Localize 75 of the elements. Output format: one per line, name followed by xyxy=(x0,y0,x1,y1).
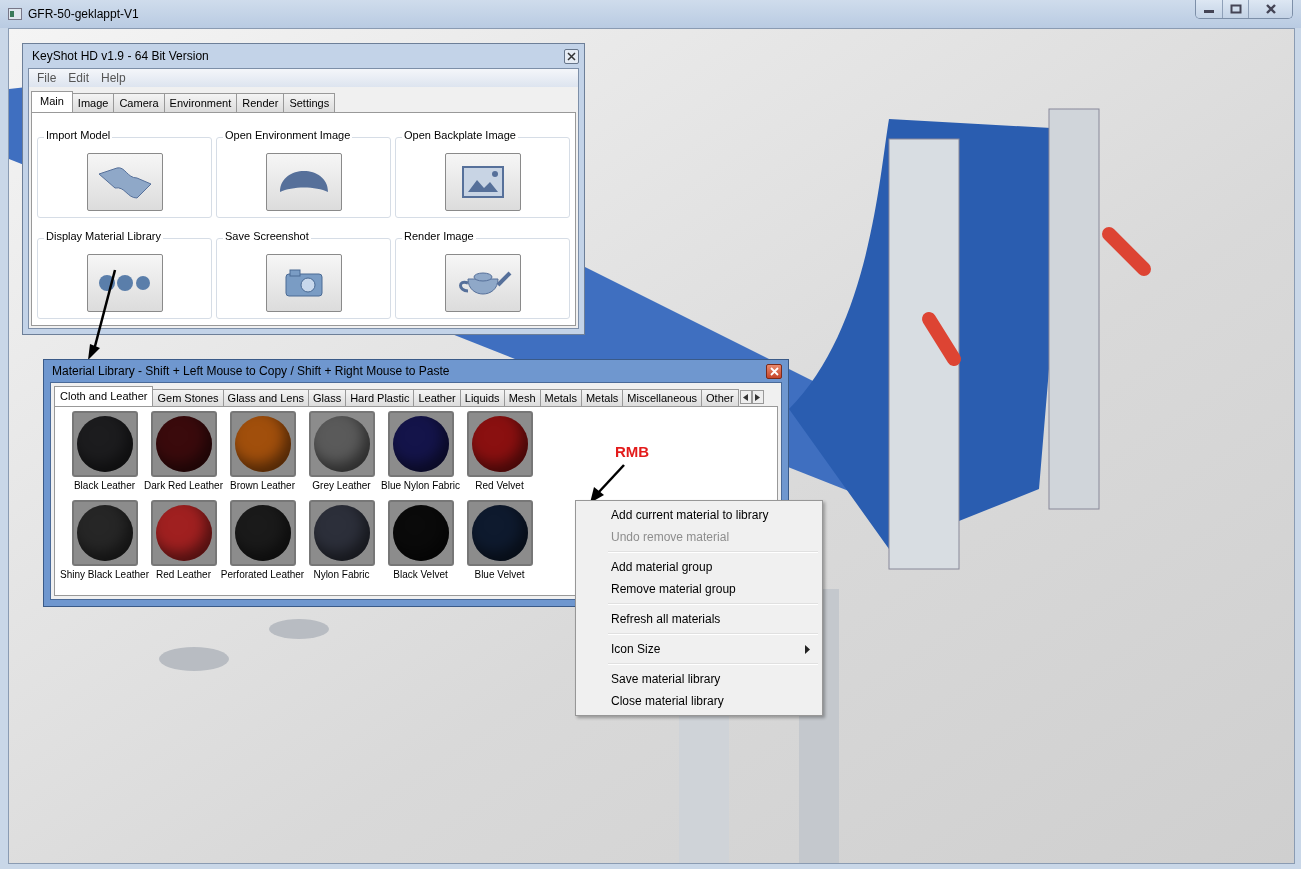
menu-item[interactable]: Add current material to library xyxy=(578,504,820,526)
tab[interactable]: Metals xyxy=(580,389,624,406)
group-label: Render Image xyxy=(402,230,476,242)
material-label: Red Velvet xyxy=(475,480,524,491)
close-icon xyxy=(1264,4,1277,14)
group-label: Save Screenshot xyxy=(223,230,311,242)
dialog-title: KeyShot HD v1.9 - 64 Bit Version xyxy=(32,49,209,63)
maximize-icon xyxy=(1229,4,1242,14)
tab[interactable]: Image xyxy=(71,93,115,112)
tab[interactable]: Camera xyxy=(113,93,165,112)
tab[interactable]: Glass and Lens xyxy=(222,389,310,406)
tab[interactable]: Glass xyxy=(308,389,347,406)
close-button[interactable] xyxy=(766,363,782,379)
close-button[interactable] xyxy=(1248,0,1292,18)
tab[interactable]: Miscellaneous xyxy=(622,389,703,406)
material-label: Shiny Black Leather xyxy=(60,569,149,580)
menu-item[interactable]: File xyxy=(37,71,57,85)
menu-item[interactable]: Edit xyxy=(68,71,90,85)
left-arrow-icon xyxy=(743,393,749,401)
action-button[interactable] xyxy=(444,152,521,211)
camera-icon xyxy=(283,267,324,298)
material-label: Brown Leather xyxy=(229,480,295,491)
annotation-label: RMB xyxy=(615,443,650,460)
maximize-button[interactable] xyxy=(1222,0,1248,18)
minimize-button[interactable] xyxy=(1196,0,1222,18)
submenu-arrow-icon xyxy=(805,644,810,654)
material-label: Black Leather xyxy=(73,480,136,491)
app-icon xyxy=(8,8,22,20)
material-label: Perforated Leather xyxy=(220,569,305,580)
tab[interactable]: Gem Stones xyxy=(152,389,224,406)
spheres-icon xyxy=(96,272,153,293)
menu-item[interactable]: Add material group xyxy=(578,556,820,578)
window-title: GFR-50-geklappt-V1 xyxy=(28,7,139,21)
tab[interactable]: Main xyxy=(31,91,73,112)
action-button[interactable] xyxy=(265,152,342,211)
action-button[interactable] xyxy=(86,253,163,312)
menu-item[interactable]: Remove material group xyxy=(578,578,820,600)
menu-item[interactable]: Help xyxy=(101,71,126,85)
material-label: Blue Nylon Fabric xyxy=(381,480,460,491)
material-label: Blue Velvet xyxy=(474,569,525,580)
tab[interactable]: Mesh xyxy=(503,389,541,406)
close-button[interactable] xyxy=(564,48,579,64)
clamp-handle xyxy=(922,312,961,366)
material-label: Black Velvet xyxy=(393,569,448,580)
close-icon xyxy=(567,51,576,61)
menu-item[interactable]: Refresh all materials xyxy=(578,608,820,630)
menu-item[interactable]: Icon Size xyxy=(578,638,820,660)
picture-icon xyxy=(461,165,504,198)
tab[interactable]: Environment xyxy=(163,93,238,112)
material-label: Grey Leather xyxy=(312,480,371,491)
dome-icon xyxy=(279,170,328,193)
material-label: Nylon Fabric xyxy=(313,569,370,580)
tab[interactable]: Liquids xyxy=(459,389,505,406)
group-label: Open Backplate Image xyxy=(402,129,518,141)
leveling-foot xyxy=(159,647,229,671)
menu-item[interactable]: Close material library xyxy=(578,690,820,712)
tab[interactable]: Cloth and Leather xyxy=(54,386,154,406)
tab[interactable]: Metals xyxy=(539,389,582,406)
right-arrow-icon xyxy=(755,393,761,401)
group-label: Import Model xyxy=(44,129,113,141)
menu-item[interactable]: Save material library xyxy=(578,668,820,690)
dialog-title: Material Library - Shift + Left Mouse to Copy / Shift + Right Mouse to Paste xyxy=(52,364,450,378)
tab[interactable]: Render xyxy=(236,93,285,112)
tab[interactable]: Leather xyxy=(413,389,461,406)
group-label: Display Material Library xyxy=(44,230,163,242)
scroll-left-button[interactable] xyxy=(739,390,752,404)
material-label: Dark Red Leather xyxy=(144,480,223,491)
tab[interactable]: Hard Plastic xyxy=(345,389,415,406)
leveling-foot xyxy=(269,619,329,639)
tab[interactable]: Other xyxy=(701,389,739,406)
close-icon xyxy=(769,366,779,376)
tab[interactable]: Settings xyxy=(283,93,336,112)
group-label: Open Environment Image xyxy=(223,129,353,141)
clamp-handle xyxy=(1102,227,1151,276)
material-label: Red Leather xyxy=(155,569,211,580)
